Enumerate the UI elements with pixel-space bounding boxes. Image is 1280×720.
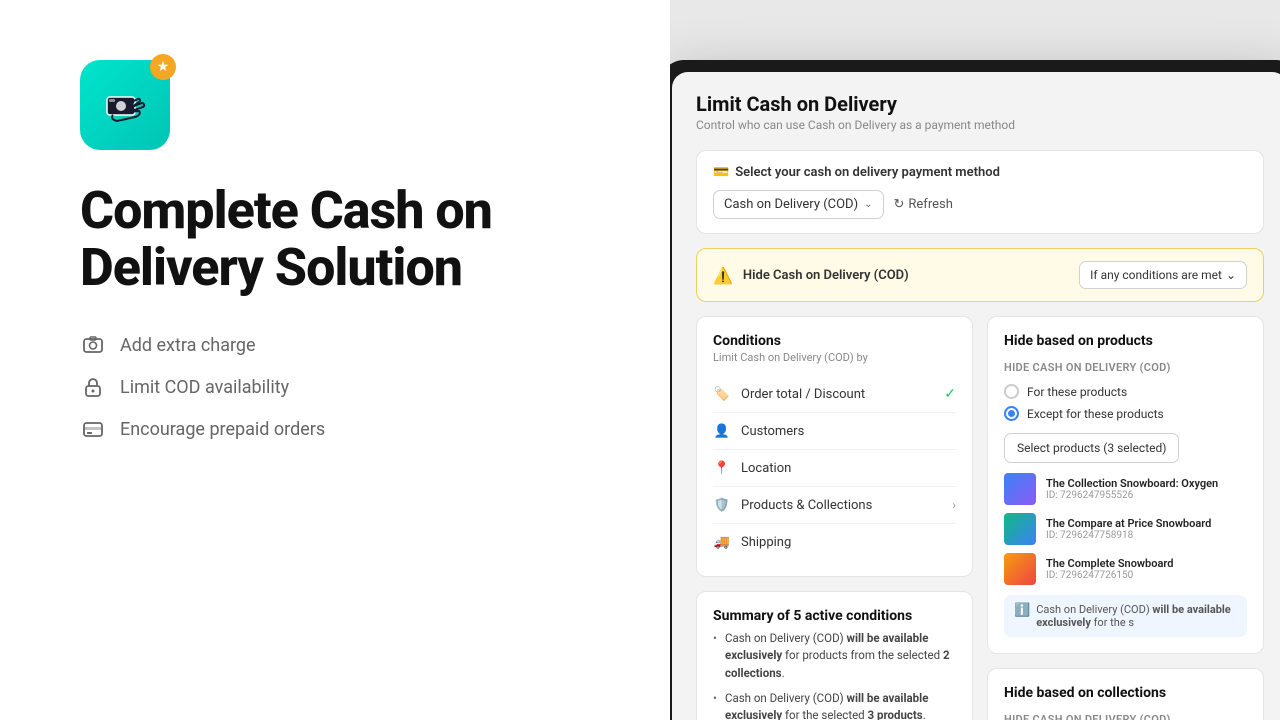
conditions-panel: Conditions Limit Cash on Delivery (COD) … bbox=[696, 316, 973, 577]
products-radio-group: For these products Except for these prod… bbox=[1004, 384, 1247, 421]
camera-icon bbox=[80, 332, 106, 358]
page-title: Limit Cash on Delivery bbox=[696, 92, 1264, 116]
radio-except-products[interactable]: Except for these products bbox=[1004, 406, 1247, 421]
products-panel: Hide based on products Hide Cash on Deli… bbox=[987, 316, 1264, 654]
product-info-3: The Complete Snowboard ID: 7296247726150 bbox=[1046, 557, 1173, 581]
feature-limit-label: Limit COD availability bbox=[120, 377, 289, 398]
features-list: Add extra charge Limit COD availability bbox=[80, 332, 610, 442]
dropdown-chevron-icon: ⌄ bbox=[864, 199, 872, 210]
warning-icon: ⚠️ bbox=[713, 266, 733, 285]
app-icon: ★ bbox=[80, 60, 170, 150]
feature-charge-label: Add extra charge bbox=[120, 335, 256, 356]
app-logo-icon bbox=[99, 79, 151, 131]
page-subtitle: Control who can use Cash on Delivery as … bbox=[696, 118, 1264, 132]
condition-location[interactable]: 📍 Location bbox=[713, 450, 956, 487]
summary-title: Summary of 5 active conditions bbox=[713, 608, 956, 624]
product-thumbnail-3 bbox=[1004, 553, 1036, 585]
radio-for-products[interactable]: For these products bbox=[1004, 384, 1247, 399]
collections-panel-title: Hide based on collections bbox=[1004, 685, 1247, 701]
feature-charge: Add extra charge bbox=[80, 332, 610, 358]
product-thumbnail-1 bbox=[1004, 473, 1036, 505]
info-banner-products: ℹ️ Cash on Delivery (COD) will be availa… bbox=[1004, 595, 1247, 637]
payment-method-section: 💳 Select your cash on delivery payment m… bbox=[696, 150, 1264, 234]
tablet-mockup: Limit Cash on Delivery Control who can u… bbox=[670, 60, 1280, 720]
condition-shipping[interactable]: 🚚 Shipping bbox=[713, 524, 956, 560]
info-text-products: Cash on Delivery (COD) will be available… bbox=[1036, 603, 1237, 629]
hide-cod-text: Hide Cash on Delivery (COD) bbox=[743, 268, 1069, 283]
pin-icon: 📍 bbox=[713, 459, 731, 477]
right-panel: Limit Cash on Delivery Control who can u… bbox=[670, 0, 1280, 720]
feature-prepaid-label: Encourage prepaid orders bbox=[120, 419, 325, 440]
card-icon bbox=[80, 416, 106, 442]
product-item-1: The Collection Snowboard: Oxygen ID: 729… bbox=[1004, 473, 1247, 505]
feature-prepaid: Encourage prepaid orders bbox=[80, 416, 610, 442]
truck-icon: 🚚 bbox=[713, 533, 731, 551]
product-item-2: The Compare at Price Snowboard ID: 72962… bbox=[1004, 513, 1247, 545]
product-thumbnail-2 bbox=[1004, 513, 1036, 545]
tag-icon: 🏷️ bbox=[713, 385, 731, 403]
tablet-screen: Limit Cash on Delivery Control who can u… bbox=[672, 72, 1280, 720]
person-icon: 👤 bbox=[713, 422, 731, 440]
conditions-title: Conditions bbox=[713, 333, 956, 349]
product-info-2: The Compare at Price Snowboard ID: 72962… bbox=[1046, 517, 1211, 541]
products-panel-title: Hide based on products bbox=[1004, 333, 1247, 349]
info-icon: ℹ️ bbox=[1014, 603, 1030, 618]
refresh-icon: ↻ bbox=[894, 197, 905, 212]
summary-list: Cash on Delivery (COD) will be available… bbox=[713, 626, 956, 720]
payment-method-label: 💳 Select your cash on delivery payment m… bbox=[713, 165, 1247, 180]
select-products-button[interactable]: Select products (3 selected) bbox=[1004, 433, 1179, 463]
hide-cod-collections-label: Hide Cash on Delivery (COD) bbox=[1004, 713, 1247, 720]
summary-item-1: Cash on Delivery (COD) will be available… bbox=[713, 626, 956, 686]
feature-limit: Limit COD availability bbox=[80, 374, 610, 400]
left-panel: ★ Complete Cash on Delivery Solution Add… bbox=[0, 0, 670, 720]
product-info-1: The Collection Snowboard: Oxygen ID: 729… bbox=[1046, 477, 1218, 501]
shield-icon: 🛡️ bbox=[713, 496, 731, 514]
payment-dropdown[interactable]: Cash on Delivery (COD) ⌄ bbox=[713, 190, 884, 219]
summary-panel: Summary of 5 active conditions Cash on D… bbox=[696, 591, 973, 720]
radio-circle-for-products bbox=[1004, 384, 1019, 399]
refresh-button[interactable]: ↻ Refresh bbox=[894, 197, 953, 212]
condition-select-dropdown[interactable]: If any conditions are met ⌄ bbox=[1079, 261, 1247, 289]
payment-controls: Cash on Delivery (COD) ⌄ ↻ Refresh bbox=[713, 190, 1247, 219]
condition-customers[interactable]: 👤 Customers bbox=[713, 413, 956, 450]
condition-products-collections[interactable]: 🛡️ Products & Collections › bbox=[713, 487, 956, 524]
chevron-down-icon: ⌄ bbox=[1226, 268, 1236, 282]
radio-circle-except-products bbox=[1004, 406, 1019, 421]
conditions-list: 🏷️ Order total / Discount ✓ 👤 Customers bbox=[713, 376, 956, 560]
condition-order-total[interactable]: 🏷️ Order total / Discount ✓ bbox=[713, 376, 956, 413]
screen-content: Limit Cash on Delivery Control who can u… bbox=[672, 72, 1280, 720]
right-panels: Hide based on products Hide Cash on Deli… bbox=[987, 316, 1264, 720]
hide-cod-products-label: Hide Cash on Delivery (COD) bbox=[1004, 361, 1247, 374]
conditions-subtitle: Limit Cash on Delivery (COD) by bbox=[713, 351, 956, 364]
product-list: The Collection Snowboard: Oxygen ID: 729… bbox=[1004, 473, 1247, 585]
product-item-3: The Complete Snowboard ID: 7296247726150 bbox=[1004, 553, 1247, 585]
lock-icon bbox=[80, 374, 106, 400]
summary-item-2: Cash on Delivery (COD) will be available… bbox=[713, 686, 956, 720]
checkmark-icon: ✓ bbox=[944, 386, 956, 402]
hide-cod-banner: ⚠️ Hide Cash on Delivery (COD) If any co… bbox=[696, 248, 1264, 302]
payment-icon: 💳 bbox=[713, 165, 729, 180]
collections-panel: Hide based on collections Hide Cash on D… bbox=[987, 668, 1264, 720]
star-badge: ★ bbox=[150, 54, 176, 80]
chevron-right-icon: › bbox=[952, 498, 956, 512]
main-headline: Complete Cash on Delivery Solution bbox=[80, 182, 610, 296]
